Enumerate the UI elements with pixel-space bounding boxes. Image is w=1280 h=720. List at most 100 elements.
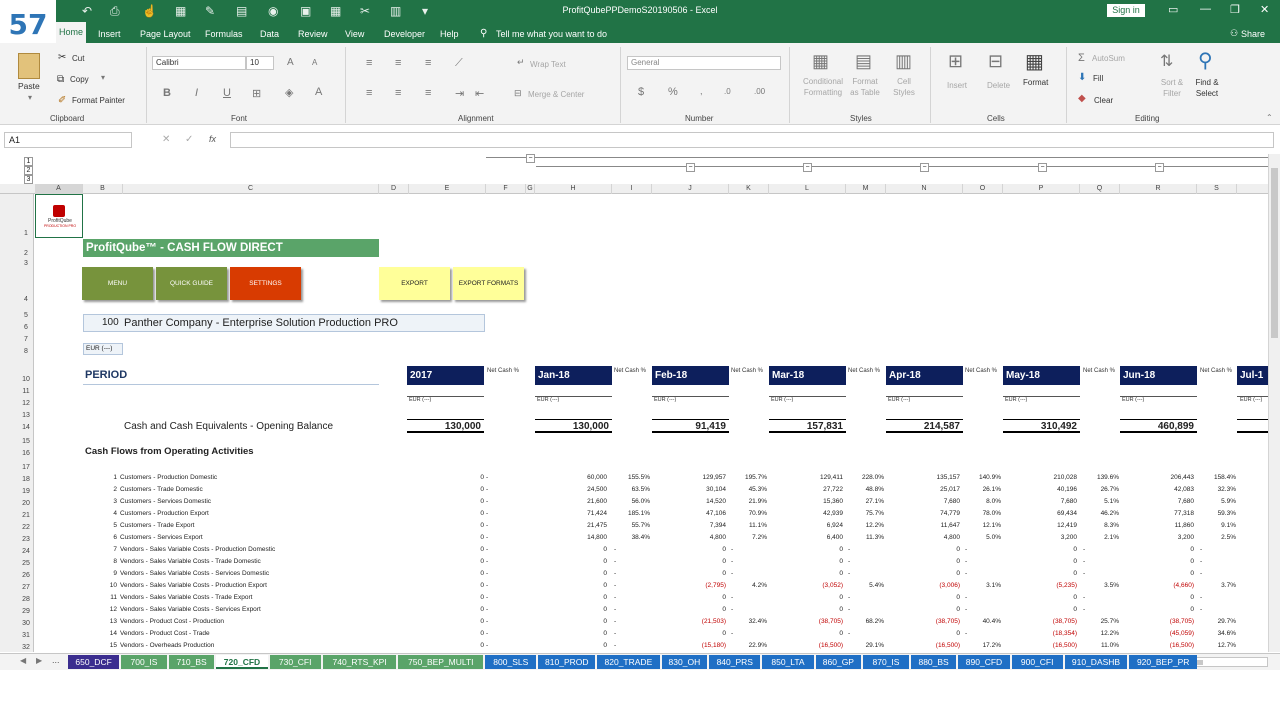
row-header[interactable]: 27 (18, 584, 34, 591)
tab-view[interactable]: View (345, 29, 364, 39)
increase-decimal-icon[interactable]: .0 (724, 87, 731, 96)
restore-icon[interactable]: ❐ (1230, 3, 1240, 16)
column-header-k[interactable]: K (729, 184, 769, 194)
column-header-o[interactable]: O (963, 184, 1003, 194)
row-header[interactable]: 29 (18, 608, 34, 615)
column-header-l[interactable]: L (769, 184, 846, 194)
column-header-s[interactable]: S (1197, 184, 1237, 194)
selected-cell-a1[interactable]: ProfitQube PRODUCTION PRO (35, 194, 83, 238)
conditional-formatting-button[interactable]: Conditional Formatting (800, 76, 846, 98)
sort-filter-button[interactable]: Sort & Filter (1158, 77, 1186, 99)
decrease-decimal-icon[interactable]: .00 (754, 87, 765, 96)
export-formats-button[interactable]: EXPORT FORMATS (453, 267, 524, 300)
sheet-tab[interactable]: 820_TRADE (597, 655, 660, 669)
row-header[interactable]: 31 (18, 632, 34, 639)
font-color-icon[interactable]: A (315, 86, 322, 98)
enter-icon[interactable]: ✓ (185, 134, 193, 145)
formula-input[interactable] (230, 132, 1274, 148)
tab-help[interactable]: Help (440, 29, 459, 39)
decrease-font-icon[interactable]: A (312, 58, 317, 67)
settings-button[interactable]: SETTINGS (230, 267, 301, 300)
paste-button[interactable]: Paste (18, 81, 40, 91)
row-header[interactable]: 26 (18, 572, 34, 579)
bold-icon[interactable]: B (163, 87, 171, 99)
delete-cells-icon[interactable]: ⊟ (988, 51, 1003, 72)
outdent-icon[interactable]: ⇤ (475, 87, 484, 100)
sheet-tab[interactable]: 850_LTA (762, 655, 814, 669)
sheet-tab[interactable]: 720_CFD (216, 655, 268, 669)
row-level-3[interactable]: 3 (24, 175, 33, 184)
tab-page-layout[interactable]: Page Layout (140, 29, 191, 39)
fill-color-icon[interactable]: ◈ (285, 86, 293, 99)
row-header[interactable]: 1 (18, 230, 34, 237)
number-format-select[interactable]: General (627, 56, 781, 70)
row-header[interactable]: 3 (18, 260, 34, 267)
tab-data[interactable]: Data (260, 29, 279, 39)
cut-button[interactable]: Cut (72, 54, 84, 63)
column-header-m[interactable]: M (846, 184, 886, 194)
align-right-icon[interactable]: ≡ (425, 87, 431, 99)
tab-ellipsis[interactable]: ... (52, 655, 60, 665)
row-header[interactable]: 17 (18, 464, 34, 471)
sheet-tab[interactable]: 830_OH (661, 655, 708, 669)
column-header-i[interactable]: I (612, 184, 652, 194)
outline-collapse-button[interactable]: − (1038, 163, 1047, 172)
search-icon[interactable]: ⚲ (1198, 48, 1213, 73)
column-header-j[interactable]: J (652, 184, 729, 194)
merge-icon[interactable]: ⊟ (514, 88, 522, 99)
outline-collapse-button[interactable]: − (920, 163, 929, 172)
sheet-tab[interactable]: 810_PROD (538, 655, 596, 669)
export-button[interactable]: EXPORT (379, 267, 450, 300)
sort-filter-icon[interactable]: ⇅ (1160, 51, 1173, 71)
fill-button[interactable]: Fill (1093, 74, 1103, 83)
column-header-c[interactable]: C (123, 184, 379, 194)
sheet-tab[interactable]: 860_GP (815, 655, 862, 669)
row-header[interactable]: 11 (18, 388, 34, 395)
column-header-a[interactable]: A (35, 184, 83, 194)
sheet-tab[interactable]: 920_BEP_PR (1129, 655, 1198, 669)
tab-scroll-left-icon[interactable]: ◀ (20, 656, 26, 665)
row-header[interactable]: 22 (18, 524, 34, 531)
row-header[interactable]: 25 (18, 560, 34, 567)
sheet-tab[interactable]: 870_IS (863, 655, 909, 669)
comma-icon[interactable]: , (700, 86, 703, 96)
cancel-icon[interactable]: ✕ (162, 134, 170, 145)
row-header[interactable]: 19 (18, 488, 34, 495)
indent-icon[interactable]: ⇥ (455, 87, 464, 100)
tab-insert[interactable]: Insert (98, 29, 121, 39)
row-header[interactable]: 14 (18, 424, 34, 431)
format-cells-icon[interactable]: ▦ (1025, 49, 1044, 74)
row-header[interactable]: 6 (18, 324, 34, 331)
row-header[interactable]: 18 (18, 476, 34, 483)
outline-collapse-button[interactable]: − (803, 163, 812, 172)
insert-button[interactable]: Insert (947, 81, 967, 90)
find-select-button[interactable]: Find & Select (1190, 77, 1224, 99)
font-name-select[interactable]: Calibri (152, 56, 246, 70)
increase-font-icon[interactable]: A (287, 57, 294, 68)
merge-center-button[interactable]: Merge & Center (528, 90, 584, 99)
cell-styles-icon[interactable]: ▥ (895, 51, 912, 72)
autosum-icon[interactable]: Σ (1078, 52, 1085, 64)
fill-icon[interactable]: ⬇ (1078, 72, 1086, 83)
chevron-down-icon[interactable]: ▾ (101, 73, 105, 82)
sheet-tab[interactable]: 890_CFD (958, 655, 1010, 669)
column-header-p[interactable]: P (1003, 184, 1080, 194)
chevron-down-icon[interactable]: ▾ (28, 93, 32, 102)
row-header[interactable]: 20 (18, 500, 34, 507)
copy-button[interactable]: Copy (70, 75, 89, 84)
column-header-b[interactable]: B (83, 184, 123, 194)
outline-collapse-button[interactable]: − (686, 163, 695, 172)
align-bottom-icon[interactable]: ≡ (425, 57, 431, 69)
wrap-text-button[interactable]: Wrap Text (530, 60, 566, 69)
paste-icon[interactable] (18, 53, 40, 79)
underline-icon[interactable]: U (223, 87, 231, 99)
row-header[interactable]: 23 (18, 536, 34, 543)
sheet-tab[interactable]: 880_BS (910, 655, 957, 669)
vertical-scroll-thumb[interactable] (1271, 168, 1278, 338)
sheet-tab[interactable]: 800_SLS (485, 655, 537, 669)
column-header-h[interactable]: H (535, 184, 612, 194)
clear-button[interactable]: Clear (1094, 96, 1113, 105)
delete-button[interactable]: Delete (987, 81, 1010, 90)
close-icon[interactable]: ✕ (1260, 3, 1269, 16)
collapse-ribbon-icon[interactable]: ⌃ (1266, 113, 1273, 122)
